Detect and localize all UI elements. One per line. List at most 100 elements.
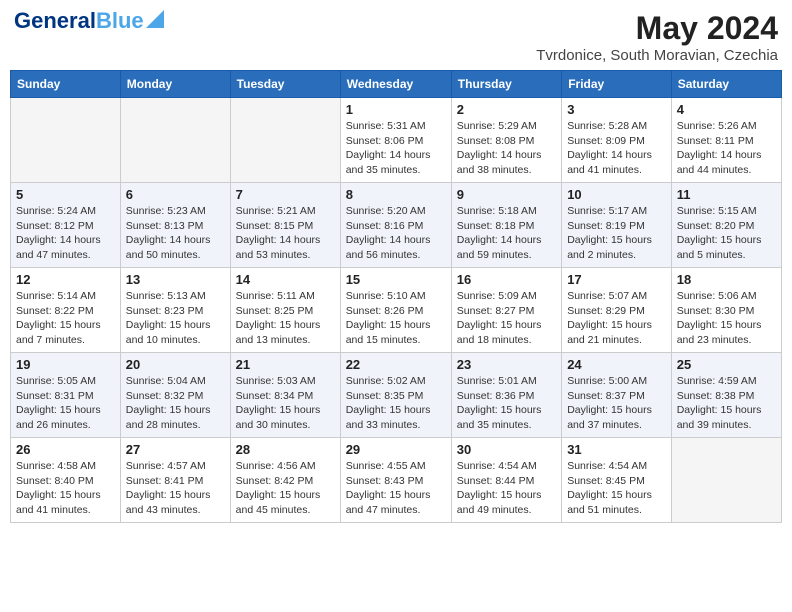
day-number: 15 [346, 272, 446, 287]
day-info: Sunrise: 5:11 AMSunset: 8:25 PMDaylight:… [236, 289, 335, 348]
calendar-cell: 26 Sunrise: 4:58 AMSunset: 8:40 PMDayligh… [11, 438, 121, 523]
calendar-cell: 15 Sunrise: 5:10 AMSunset: 8:26 PMDayligh… [340, 268, 451, 353]
calendar-cell: 31Sunrise: 4:54 AMSunset: 8:45 PMDayligh… [562, 438, 672, 523]
day-number: 1 [346, 102, 446, 117]
calendar-cell: 30 Sunrise: 4:54 AMSunset: 8:44 PMDayligh… [451, 438, 561, 523]
day-number: 18 [677, 272, 776, 287]
day-info: Sunrise: 5:31 AMSunset: 8:06 PMDaylight:… [346, 119, 446, 178]
day-number: 17 [567, 272, 666, 287]
calendar-cell: 12 Sunrise: 5:14 AMSunset: 8:22 PMDayligh… [11, 268, 121, 353]
calendar-cell: 19 Sunrise: 5:05 AMSunset: 8:31 PMDayligh… [11, 353, 121, 438]
weekday-header: Monday [120, 71, 230, 98]
day-number: 30 [457, 442, 556, 457]
day-info: Sunrise: 4:57 AMSunset: 8:41 PMDaylight:… [126, 459, 225, 518]
day-info: Sunrise: 5:03 AMSunset: 8:34 PMDaylight:… [236, 374, 335, 433]
calendar-cell: 5Sunrise: 5:24 AMSunset: 8:12 PMDaylight… [11, 183, 121, 268]
day-info: Sunrise: 4:56 AMSunset: 8:42 PMDaylight:… [236, 459, 335, 518]
calendar-cell: 3Sunrise: 5:28 AMSunset: 8:09 PMDaylight… [562, 98, 672, 183]
day-info: Sunrise: 5:17 AMSunset: 8:19 PMDaylight:… [567, 204, 666, 263]
calendar-cell [230, 98, 340, 183]
calendar-cell: 1 Sunrise: 5:31 AMSunset: 8:06 PMDaylight… [340, 98, 451, 183]
day-number: 7 [236, 187, 335, 202]
month-year: May 2024 [536, 10, 778, 47]
day-number: 19 [16, 357, 115, 372]
day-info: Sunrise: 5:06 AMSunset: 8:30 PMDaylight:… [677, 289, 776, 348]
day-number: 12 [16, 272, 115, 287]
logo: GeneralBlue [14, 10, 164, 32]
day-number: 16 [457, 272, 556, 287]
day-number: 11 [677, 187, 776, 202]
day-info: Sunrise: 5:24 AMSunset: 8:12 PMDaylight:… [16, 204, 115, 263]
day-number: 4 [677, 102, 776, 117]
calendar-header-row: SundayMondayTuesdayWednesdayThursdayFrid… [11, 71, 782, 98]
day-info: Sunrise: 5:10 AMSunset: 8:26 PMDaylight:… [346, 289, 446, 348]
day-info: Sunrise: 5:15 AMSunset: 8:20 PMDaylight:… [677, 204, 776, 263]
calendar-cell: 27 Sunrise: 4:57 AMSunset: 8:41 PMDayligh… [120, 438, 230, 523]
day-info: Sunrise: 5:23 AMSunset: 8:13 PMDaylight:… [126, 204, 225, 263]
calendar-cell: 28 Sunrise: 4:56 AMSunset: 8:42 PMDayligh… [230, 438, 340, 523]
title-section: May 2024 Tvrdonice, South Moravian, Czec… [536, 10, 778, 64]
day-number: 13 [126, 272, 225, 287]
day-info: Sunrise: 5:09 AMSunset: 8:27 PMDaylight:… [457, 289, 556, 348]
calendar-week-row: 1 Sunrise: 5:31 AMSunset: 8:06 PMDaylight… [11, 98, 782, 183]
calendar-cell: 8 Sunrise: 5:20 AMSunset: 8:16 PMDaylight… [340, 183, 451, 268]
calendar-cell: 7 Sunrise: 5:21 AMSunset: 8:15 PMDaylight… [230, 183, 340, 268]
day-info: Sunrise: 4:55 AMSunset: 8:43 PMDaylight:… [346, 459, 446, 518]
day-number: 28 [236, 442, 335, 457]
calendar-cell: 20 Sunrise: 5:04 AMSunset: 8:32 PMDayligh… [120, 353, 230, 438]
day-number: 9 [457, 187, 556, 202]
weekday-header: Tuesday [230, 71, 340, 98]
day-info: Sunrise: 5:07 AMSunset: 8:29 PMDaylight:… [567, 289, 666, 348]
day-number: 3 [567, 102, 666, 117]
day-number: 25 [677, 357, 776, 372]
day-info: Sunrise: 5:20 AMSunset: 8:16 PMDaylight:… [346, 204, 446, 263]
weekday-header: Wednesday [340, 71, 451, 98]
day-info: Sunrise: 5:13 AMSunset: 8:23 PMDaylight:… [126, 289, 225, 348]
day-info: Sunrise: 4:58 AMSunset: 8:40 PMDaylight:… [16, 459, 115, 518]
calendar-table: SundayMondayTuesdayWednesdayThursdayFrid… [10, 70, 782, 523]
day-number: 10 [567, 187, 666, 202]
day-info: Sunrise: 5:14 AMSunset: 8:22 PMDaylight:… [16, 289, 115, 348]
day-info: Sunrise: 5:29 AMSunset: 8:08 PMDaylight:… [457, 119, 556, 178]
day-number: 22 [346, 357, 446, 372]
calendar-cell: 14 Sunrise: 5:11 AMSunset: 8:25 PMDayligh… [230, 268, 340, 353]
day-info: Sunrise: 5:02 AMSunset: 8:35 PMDaylight:… [346, 374, 446, 433]
page-header: GeneralBlue May 2024 Tvrdonice, South Mo… [10, 10, 782, 64]
day-number: 8 [346, 187, 446, 202]
day-info: Sunrise: 5:05 AMSunset: 8:31 PMDaylight:… [16, 374, 115, 433]
day-info: Sunrise: 5:00 AMSunset: 8:37 PMDaylight:… [567, 374, 666, 433]
calendar-cell: 23 Sunrise: 5:01 AMSunset: 8:36 PMDayligh… [451, 353, 561, 438]
calendar-cell: 13 Sunrise: 5:13 AMSunset: 8:23 PMDayligh… [120, 268, 230, 353]
day-info: Sunrise: 4:54 AMSunset: 8:44 PMDaylight:… [457, 459, 556, 518]
day-info: Sunrise: 5:04 AMSunset: 8:32 PMDaylight:… [126, 374, 225, 433]
day-number: 14 [236, 272, 335, 287]
day-number: 2 [457, 102, 556, 117]
day-number: 23 [457, 357, 556, 372]
weekday-header: Thursday [451, 71, 561, 98]
calendar-cell: 9 Sunrise: 5:18 AMSunset: 8:18 PMDaylight… [451, 183, 561, 268]
day-number: 29 [346, 442, 446, 457]
calendar-week-row: 26 Sunrise: 4:58 AMSunset: 8:40 PMDayligh… [11, 438, 782, 523]
calendar-cell: 29 Sunrise: 4:55 AMSunset: 8:43 PMDayligh… [340, 438, 451, 523]
day-info: Sunrise: 4:54 AMSunset: 8:45 PMDaylight:… [567, 459, 666, 518]
calendar-cell: 18 Sunrise: 5:06 AMSunset: 8:30 PMDayligh… [671, 268, 781, 353]
calendar-cell: 17 Sunrise: 5:07 AMSunset: 8:29 PMDayligh… [562, 268, 672, 353]
day-number: 27 [126, 442, 225, 457]
day-info: Sunrise: 4:59 AMSunset: 8:38 PMDaylight:… [677, 374, 776, 433]
calendar-cell: 21 Sunrise: 5:03 AMSunset: 8:34 PMDayligh… [230, 353, 340, 438]
day-info: Sunrise: 5:01 AMSunset: 8:36 PMDaylight:… [457, 374, 556, 433]
day-info: Sunrise: 5:26 AMSunset: 8:11 PMDaylight:… [677, 119, 776, 178]
day-info: Sunrise: 5:18 AMSunset: 8:18 PMDaylight:… [457, 204, 556, 263]
day-number: 26 [16, 442, 115, 457]
calendar-cell [120, 98, 230, 183]
weekday-header: Friday [562, 71, 672, 98]
day-info: Sunrise: 5:21 AMSunset: 8:15 PMDaylight:… [236, 204, 335, 263]
day-number: 6 [126, 187, 225, 202]
day-number: 21 [236, 357, 335, 372]
day-number: 20 [126, 357, 225, 372]
calendar-cell: 16 Sunrise: 5:09 AMSunset: 8:27 PMDayligh… [451, 268, 561, 353]
calendar-week-row: 19 Sunrise: 5:05 AMSunset: 8:31 PMDayligh… [11, 353, 782, 438]
calendar-cell [11, 98, 121, 183]
calendar-cell: 11 Sunrise: 5:15 AMSunset: 8:20 PMDayligh… [671, 183, 781, 268]
calendar-cell: 4 Sunrise: 5:26 AMSunset: 8:11 PMDaylight… [671, 98, 781, 183]
